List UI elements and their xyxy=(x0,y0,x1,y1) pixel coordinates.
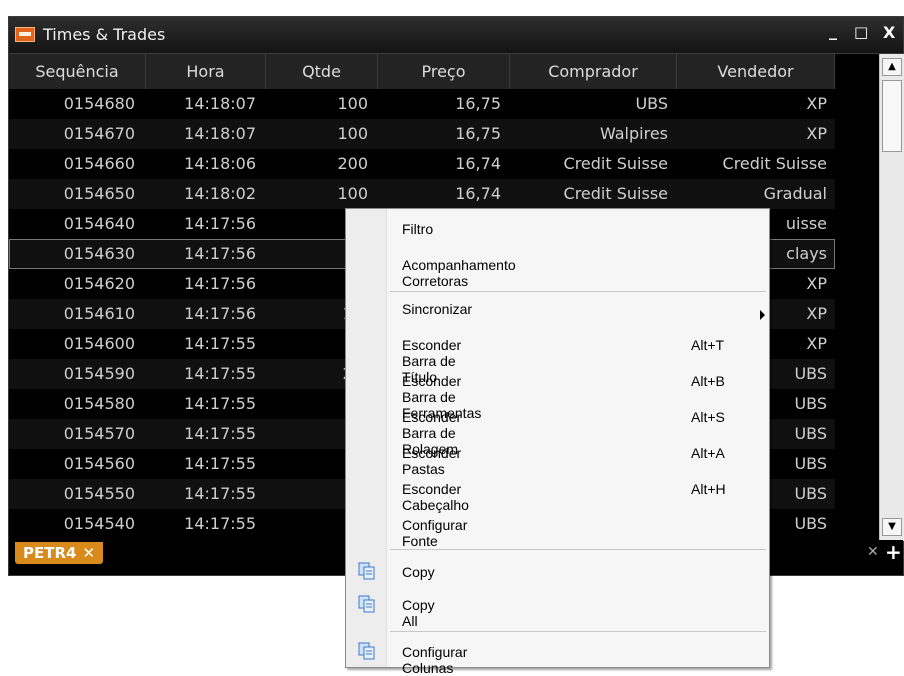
column-header-sequencia[interactable]: Sequência xyxy=(9,54,146,89)
scroll-up-icon[interactable]: ▲ xyxy=(882,58,902,76)
copy-icon xyxy=(358,642,376,660)
cell-preco: 16,75 xyxy=(455,124,501,143)
cell-seq: 0154570 xyxy=(63,424,135,443)
tab-close-icon[interactable]: ✕ xyxy=(82,544,95,562)
cell-qtde: 100 xyxy=(337,124,368,143)
scroll-thumb[interactable] xyxy=(882,80,902,152)
cell-hora: 14:17:56 xyxy=(184,244,256,263)
menu-item-label[interactable]: Sincronizar xyxy=(402,301,472,317)
cell-seq: 0154540 xyxy=(63,514,135,533)
submenu-arrow-icon xyxy=(760,310,765,320)
table-row[interactable]: 0154660 14:18:06 200 16,74 Credit Suisse Cred… xyxy=(9,149,835,179)
cell-comprador: UBS xyxy=(635,94,668,113)
cell-vendedor: XP xyxy=(806,124,827,143)
menu-item-label[interactable]: Configurar Colunas xyxy=(402,644,467,676)
copy-icon xyxy=(358,595,376,613)
cell-seq: 0154640 xyxy=(63,214,135,233)
menu-item-label[interactable]: Configurar Fonte xyxy=(402,517,467,549)
close-all-tabs-icon[interactable]: ✕ xyxy=(867,544,879,560)
cell-hora: 14:18:06 xyxy=(184,154,256,173)
cell-hora: 14:17:55 xyxy=(184,424,256,443)
app-icon xyxy=(15,27,35,42)
table-row[interactable]: 0154670 14:18:07 100 16,75 Walpires XP xyxy=(9,119,835,149)
cell-qtde: 100 xyxy=(337,184,368,203)
menu-item-shortcut: Alt+S xyxy=(691,409,725,425)
column-header-comprador[interactable]: Comprador xyxy=(510,54,677,89)
cell-qtde: 100 xyxy=(337,94,368,113)
table-header: Sequência Hora Qtde Preço Comprador Vend… xyxy=(9,54,835,89)
menu-item-label[interactable]: Esconder Pastas xyxy=(402,445,461,477)
column-header-hora[interactable]: Hora xyxy=(146,54,266,89)
cell-seq: 0154590 xyxy=(63,364,135,383)
context-menu: Filtro Acompanhamento Corretoras Sincroniz… xyxy=(345,208,770,676)
cell-seq: 0154650 xyxy=(63,184,135,203)
cell-seq: 0154610 xyxy=(63,304,135,323)
tab-petr4[interactable]: PETR4 ✕ xyxy=(15,542,104,564)
cell-hora: 14:17:56 xyxy=(184,304,256,323)
cell-hora: 14:17:55 xyxy=(184,394,256,413)
title-bar[interactable]: Times & Trades _ □ X xyxy=(9,17,903,54)
maximize-button[interactable]: □ xyxy=(854,23,868,41)
menu-item-label[interactable]: Copy xyxy=(402,564,435,580)
cell-hora: 14:17:55 xyxy=(184,454,256,473)
cell-hora: 14:18:02 xyxy=(184,184,256,203)
menu-item-shortcut: Alt+T xyxy=(691,337,725,353)
vertical-scrollbar[interactable]: ▲ ▼ xyxy=(879,54,904,541)
menu-separator xyxy=(390,549,766,550)
cell-hora: 14:17:55 xyxy=(184,334,256,353)
cell-seq: 0154630 xyxy=(63,244,135,263)
cell-seq: 0154680 xyxy=(63,94,135,113)
menu-item-label[interactable]: Esconder Cabeçalho xyxy=(402,481,469,513)
window-title: Times & Trades xyxy=(43,25,166,44)
cell-hora: 14:17:55 xyxy=(184,364,256,383)
menu-separator xyxy=(390,631,766,632)
cell-seq: 0154560 xyxy=(63,454,135,473)
menu-item-label[interactable]: Acompanhamento Corretoras xyxy=(402,257,516,289)
cell-seq: 0154600 xyxy=(63,334,135,353)
table-row[interactable]: 0154650 14:18:02 100 16,74 Credit Suisse Grad… xyxy=(9,179,835,209)
cell-vendedor: Credit Suisse xyxy=(722,154,827,173)
menu-item-label[interactable]: Filtro xyxy=(402,221,433,237)
cell-preco: 16,74 xyxy=(455,154,501,173)
cell-hora: 14:17:56 xyxy=(184,274,256,293)
menu-item-label[interactable]: Copy All xyxy=(402,597,435,629)
cell-comprador: Credit Suisse xyxy=(563,184,668,203)
menu-item-shortcut: Alt+B xyxy=(691,373,725,389)
cell-hora: 14:17:55 xyxy=(184,514,256,533)
close-button[interactable]: X xyxy=(883,23,895,42)
cell-seq: 0154660 xyxy=(63,154,135,173)
column-header-preco[interactable]: Preço xyxy=(378,54,510,89)
menu-item-shortcut: Alt+A xyxy=(691,445,725,461)
cell-comprador: Credit Suisse xyxy=(563,154,668,173)
cell-vendedor: XP xyxy=(806,94,827,113)
cell-seq: 0154580 xyxy=(63,394,135,413)
cell-comprador: Walpires xyxy=(599,124,668,143)
scroll-down-icon[interactable]: ▼ xyxy=(882,518,902,536)
menu-separator xyxy=(390,291,766,292)
cell-seq: 0154550 xyxy=(63,484,135,503)
table-row[interactable]: 0154680 14:18:07 100 16,75 UBS XP xyxy=(9,89,835,119)
cell-seq: 0154620 xyxy=(63,274,135,293)
column-header-vendedor[interactable]: Vendedor xyxy=(677,54,835,89)
menu-item-shortcut: Alt+H xyxy=(691,481,726,497)
copy-icon xyxy=(358,562,376,580)
cell-seq: 0154670 xyxy=(63,124,135,143)
cell-qtde: 200 xyxy=(337,154,368,173)
cell-hora: 14:17:55 xyxy=(184,484,256,503)
cell-vendedor: Gradual xyxy=(763,184,827,203)
cell-hora: 14:18:07 xyxy=(184,124,256,143)
cell-hora: 14:18:07 xyxy=(184,94,256,113)
cell-hora: 14:17:56 xyxy=(184,214,256,233)
column-header-qtde[interactable]: Qtde xyxy=(266,54,378,89)
add-tab-icon[interactable]: + xyxy=(885,540,902,564)
tab-label: PETR4 xyxy=(23,544,77,562)
cell-preco: 16,74 xyxy=(455,184,501,203)
minimize-button[interactable]: _ xyxy=(829,21,837,40)
cell-preco: 16,75 xyxy=(455,94,501,113)
